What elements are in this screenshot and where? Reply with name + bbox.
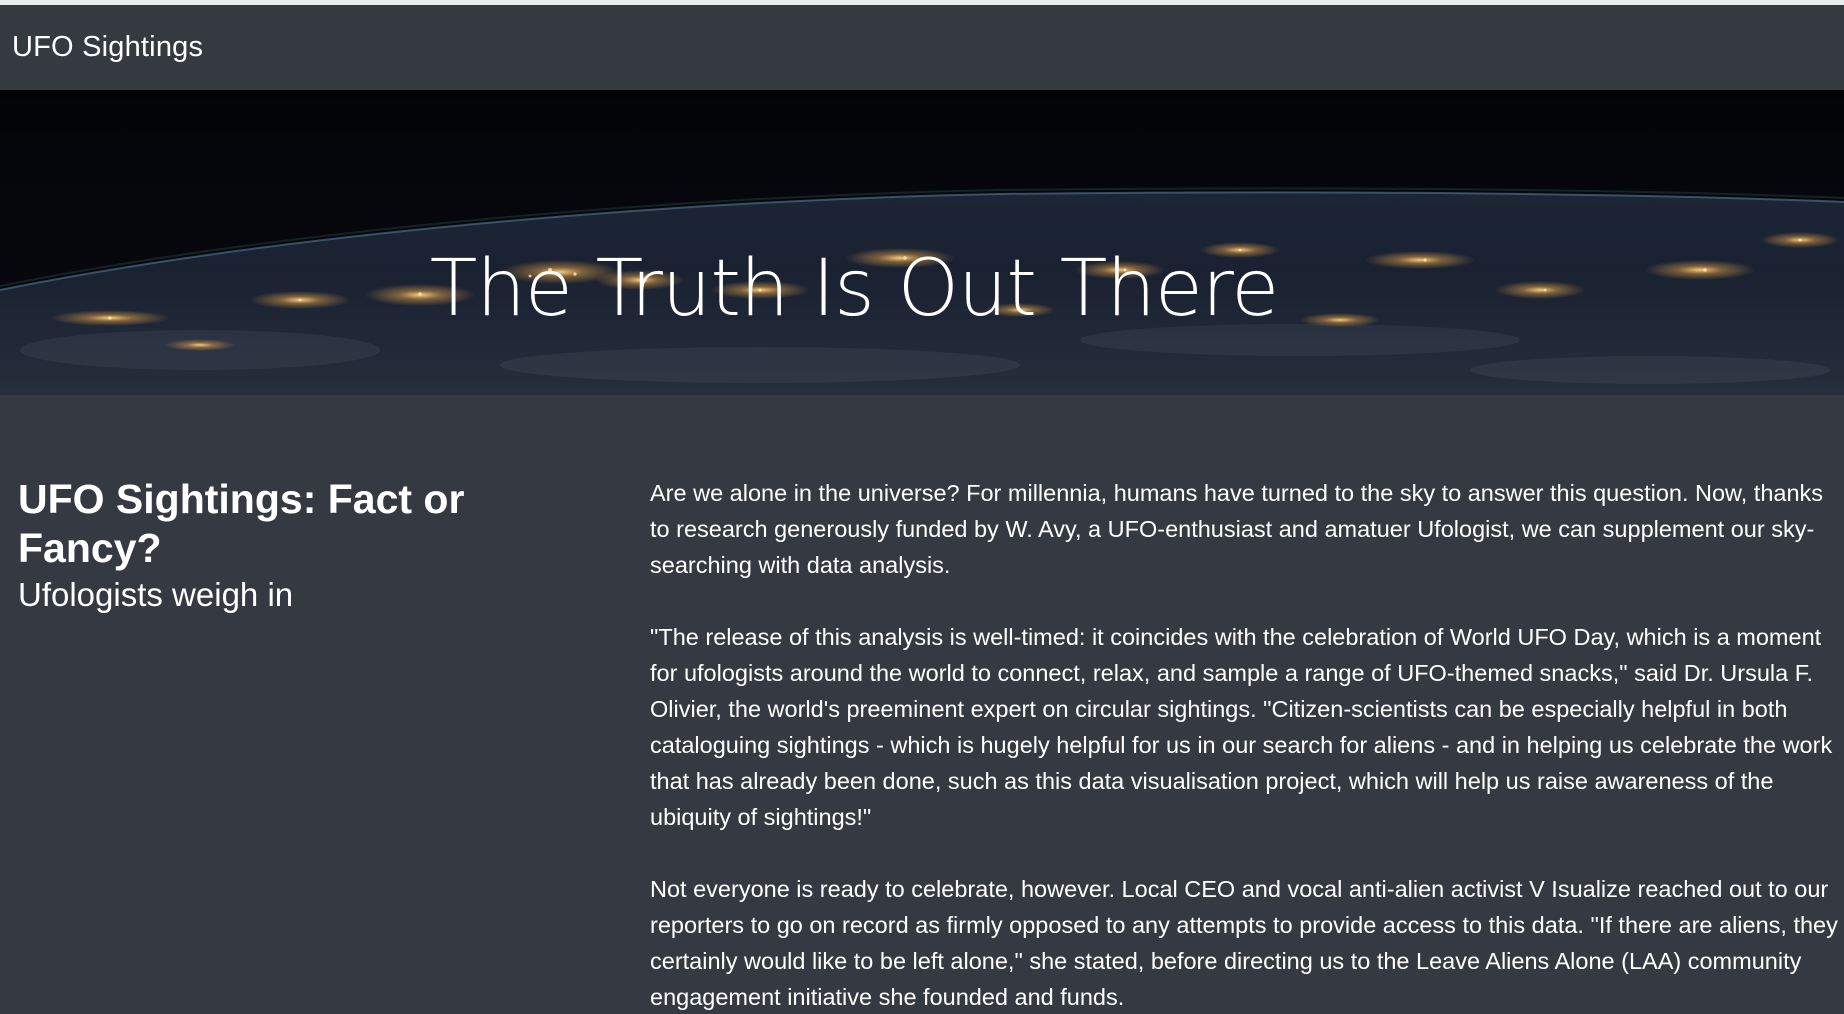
article-paragraph-intro: Are we alone in the universe? For millen…	[650, 480, 1824, 578]
article-subtitle: Ufologists weigh in	[18, 576, 294, 614]
navbar-brand-link[interactable]: UFO Sightings	[12, 31, 203, 64]
article-title: UFO Sightings: Fact or Fancy?	[18, 476, 465, 572]
earth-night-image	[0, 90, 1844, 395]
navbar: UFO Sightings	[0, 5, 1844, 90]
article-body: Are we alone in the universe? For millen…	[650, 475, 1840, 1014]
main-content: UFO Sightings: Fact or Fancy? Ufologists…	[0, 395, 1844, 1014]
hero-title-text: The Truth Is Out There	[429, 244, 1279, 335]
article-paragraph-quote: "The release of this analysis is well-ti…	[650, 624, 1833, 830]
hero-banner: The Truth Is Out There	[0, 90, 1844, 395]
article-paragraph-opposition: Not everyone is ready to celebrate, howe…	[650, 876, 1838, 1010]
article-heading-column: UFO Sightings: Fact or Fancy? Ufologists…	[18, 475, 618, 615]
hero-title: The Truth Is Out There	[0, 244, 1844, 334]
